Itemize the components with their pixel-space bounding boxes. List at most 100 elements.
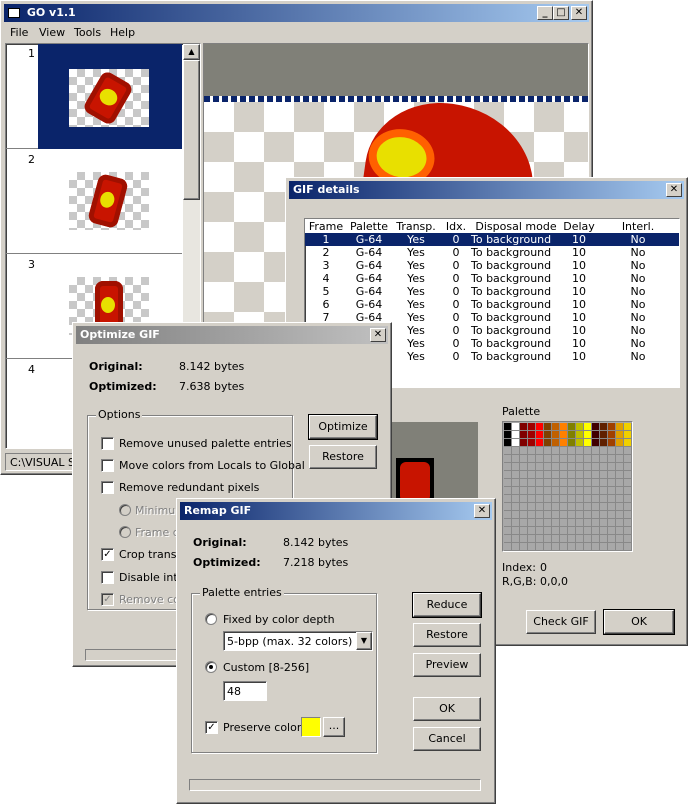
palette-swatch[interactable]	[544, 535, 552, 543]
palette-swatch[interactable]	[592, 439, 600, 447]
palette-swatch[interactable]	[528, 455, 536, 463]
palette-swatch[interactable]	[576, 471, 584, 479]
col-frame[interactable]: Frame	[305, 219, 347, 233]
palette-swatch[interactable]	[560, 511, 568, 519]
custom-radio[interactable]	[205, 661, 217, 673]
palette-swatch[interactable]	[568, 471, 576, 479]
palette-swatch[interactable]	[536, 535, 544, 543]
palette-swatch[interactable]	[560, 503, 568, 511]
palette-swatch[interactable]	[624, 519, 632, 527]
palette-swatch[interactable]	[624, 495, 632, 503]
palette-swatch[interactable]	[624, 527, 632, 535]
palette-swatch[interactable]	[608, 423, 616, 431]
palette-swatch[interactable]	[552, 423, 560, 431]
palette-swatch[interactable]	[520, 487, 528, 495]
remove-unused-checkbox[interactable]	[101, 437, 114, 450]
palette-swatch[interactable]	[600, 455, 608, 463]
cancel-button[interactable]: Cancel	[413, 727, 481, 751]
palette-swatch[interactable]	[520, 543, 528, 551]
palette-swatch[interactable]	[552, 495, 560, 503]
palette-swatch[interactable]	[528, 471, 536, 479]
palette-swatch[interactable]	[616, 543, 624, 551]
palette-swatch[interactable]	[600, 495, 608, 503]
palette-swatch[interactable]	[544, 423, 552, 431]
palette-swatch[interactable]	[592, 535, 600, 543]
col-transp[interactable]: Transp.	[391, 219, 441, 233]
restore-button[interactable]: Restore	[413, 623, 481, 647]
palette-swatch[interactable]	[576, 423, 584, 431]
close-button[interactable]: ✕	[666, 183, 682, 197]
palette-swatch[interactable]	[576, 463, 584, 471]
palette-swatch[interactable]	[536, 455, 544, 463]
palette-swatch[interactable]	[592, 511, 600, 519]
palette-swatch[interactable]	[560, 471, 568, 479]
palette-swatch[interactable]	[592, 423, 600, 431]
palette-swatch[interactable]	[504, 535, 512, 543]
palette-swatch[interactable]	[568, 423, 576, 431]
palette-swatch[interactable]	[512, 487, 520, 495]
palette-swatch[interactable]	[560, 479, 568, 487]
col-delay[interactable]: Delay	[561, 219, 597, 233]
palette-swatch[interactable]	[504, 455, 512, 463]
palette-swatch[interactable]	[584, 439, 592, 447]
palette-swatch[interactable]	[504, 511, 512, 519]
custom-label[interactable]: Custom [8-256]	[223, 661, 309, 674]
palette-swatch[interactable]	[512, 447, 520, 455]
palette-swatch[interactable]	[536, 503, 544, 511]
palette-swatch[interactable]	[624, 439, 632, 447]
custom-count-input[interactable]: 48	[223, 681, 267, 701]
palette-swatch[interactable]	[520, 503, 528, 511]
palette-swatch[interactable]	[568, 495, 576, 503]
palette-swatch[interactable]	[584, 455, 592, 463]
palette-swatch[interactable]	[528, 479, 536, 487]
palette-swatch[interactable]	[568, 463, 576, 471]
palette-swatch[interactable]	[560, 487, 568, 495]
palette-swatch[interactable]	[584, 495, 592, 503]
palette-swatch[interactable]	[576, 543, 584, 551]
palette-swatch[interactable]	[552, 471, 560, 479]
palette-swatch[interactable]	[592, 431, 600, 439]
palette-swatch[interactable]	[528, 463, 536, 471]
palette-swatch[interactable]	[560, 463, 568, 471]
close-button[interactable]: ✕	[571, 6, 587, 20]
fixed-depth-radio[interactable]	[205, 613, 217, 625]
palette-swatch[interactable]	[560, 527, 568, 535]
palette-swatch[interactable]	[568, 503, 576, 511]
palette-swatch[interactable]	[568, 511, 576, 519]
palette-swatch[interactable]	[608, 439, 616, 447]
palette-swatch[interactable]	[504, 495, 512, 503]
gif-details-titlebar[interactable]: GIF details ✕	[289, 181, 684, 199]
palette-swatch[interactable]	[536, 423, 544, 431]
palette-swatch[interactable]	[520, 527, 528, 535]
palette-swatch[interactable]	[600, 463, 608, 471]
palette-swatch[interactable]	[512, 423, 520, 431]
palette-swatch[interactable]	[528, 503, 536, 511]
palette-swatch[interactable]	[608, 455, 616, 463]
palette-swatch[interactable]	[560, 431, 568, 439]
palette-swatch[interactable]	[568, 431, 576, 439]
scroll-thumb[interactable]	[183, 60, 200, 200]
palette-swatch[interactable]	[512, 439, 520, 447]
palette-swatch[interactable]	[592, 463, 600, 471]
palette-swatch[interactable]	[624, 511, 632, 519]
optimize-titlebar[interactable]: Optimize GIF ✕	[76, 326, 388, 344]
palette-swatch[interactable]	[576, 447, 584, 455]
palette-swatch[interactable]	[568, 447, 576, 455]
scroll-up-button[interactable]: ▲	[183, 44, 200, 60]
frame-diff-radio[interactable]	[119, 526, 131, 538]
palette-swatch[interactable]	[512, 479, 520, 487]
palette-swatch[interactable]	[576, 527, 584, 535]
palette-swatch[interactable]	[576, 439, 584, 447]
fixed-depth-label[interactable]: Fixed by color depth	[223, 613, 335, 626]
palette-swatch[interactable]	[600, 511, 608, 519]
palette-swatch[interactable]	[560, 543, 568, 551]
palette-swatch[interactable]	[504, 463, 512, 471]
palette-swatch[interactable]	[584, 519, 592, 527]
palette-swatch[interactable]	[536, 495, 544, 503]
palette-swatch[interactable]	[592, 495, 600, 503]
palette-swatch[interactable]	[544, 479, 552, 487]
palette-swatch[interactable]	[504, 471, 512, 479]
preserve-color-label[interactable]: Preserve color	[223, 721, 301, 734]
menu-file[interactable]: File	[10, 26, 28, 39]
reduce-button[interactable]: Reduce	[412, 592, 482, 618]
